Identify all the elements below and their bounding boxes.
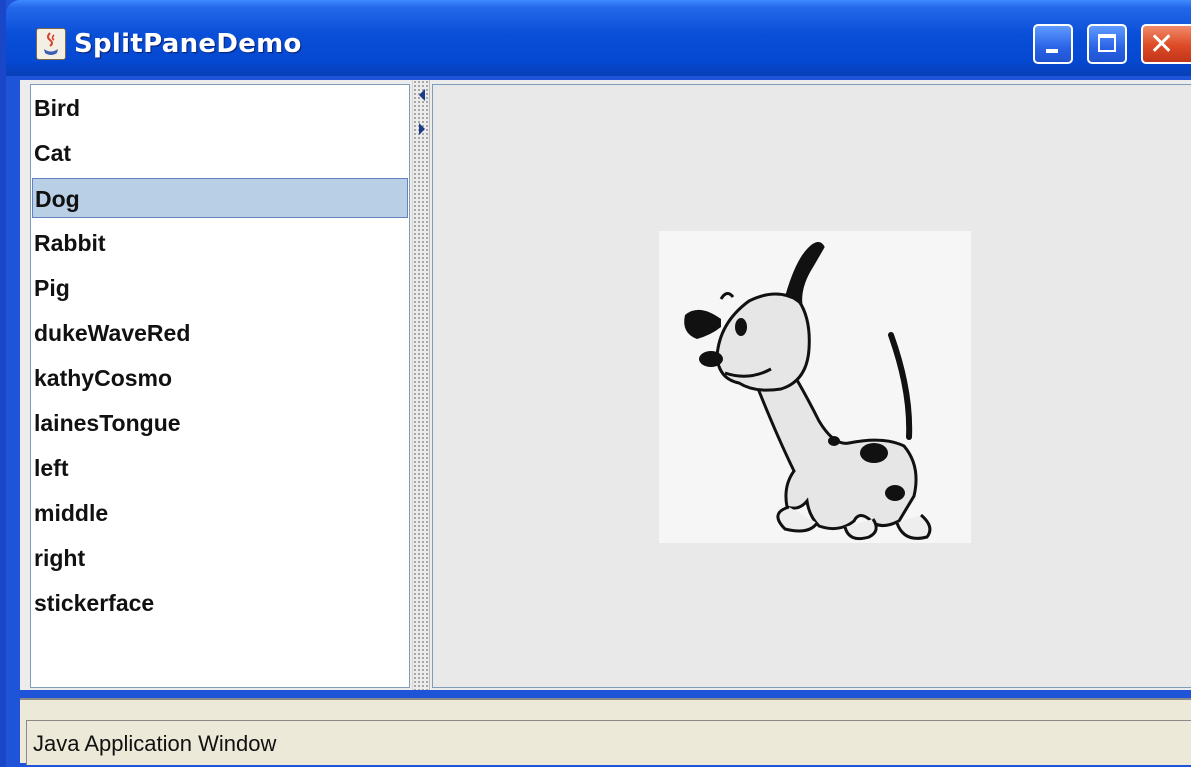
window-title: SplitPaneDemo <box>74 29 302 59</box>
list-item[interactable]: Rabbit <box>32 223 408 263</box>
list-item[interactable]: lainesTongue <box>32 403 408 443</box>
list-item[interactable]: dukeWaveRed <box>32 313 408 353</box>
title-bar[interactable]: SplitPaneDemo ✕ <box>6 0 1191 76</box>
collapse-left-arrow-icon[interactable] <box>417 88 427 102</box>
list-item[interactable]: right <box>32 538 408 578</box>
dog-cartoon-image <box>659 231 971 543</box>
maximize-button[interactable] <box>1087 24 1127 64</box>
list-item-selected[interactable]: Dog <box>32 178 408 218</box>
list-item[interactable]: middle <box>32 493 408 533</box>
list-item[interactable]: left <box>32 448 408 488</box>
list-item[interactable]: kathyCosmo <box>32 358 408 398</box>
application-window: SplitPaneDemo ✕ Bird Cat Dog Rabbit Pig … <box>0 0 1191 767</box>
split-pane: Bird Cat Dog Rabbit Pig dukeWaveRed kath… <box>20 80 1191 690</box>
list-item[interactable]: Cat <box>32 133 408 173</box>
minimize-button[interactable] <box>1033 24 1073 64</box>
minimize-icon <box>1046 49 1058 53</box>
status-panel: Java Application Window <box>26 720 1191 765</box>
split-divider[interactable] <box>412 80 430 690</box>
status-text: Java Application Window <box>33 731 277 756</box>
java-cup-icon[interactable] <box>36 28 66 60</box>
maximize-icon <box>1098 34 1116 52</box>
close-button[interactable]: ✕ <box>1141 24 1191 64</box>
expand-right-arrow-icon[interactable] <box>417 122 427 136</box>
close-icon: ✕ <box>1149 27 1175 62</box>
list-item[interactable]: Pig <box>32 268 408 308</box>
status-bar: Java Application Window <box>20 698 1191 765</box>
list-item[interactable]: stickerface <box>32 583 408 623</box>
list-item[interactable]: Bird <box>32 88 408 128</box>
image-pane <box>432 84 1191 688</box>
animal-list[interactable]: Bird Cat Dog Rabbit Pig dukeWaveRed kath… <box>30 84 410 688</box>
